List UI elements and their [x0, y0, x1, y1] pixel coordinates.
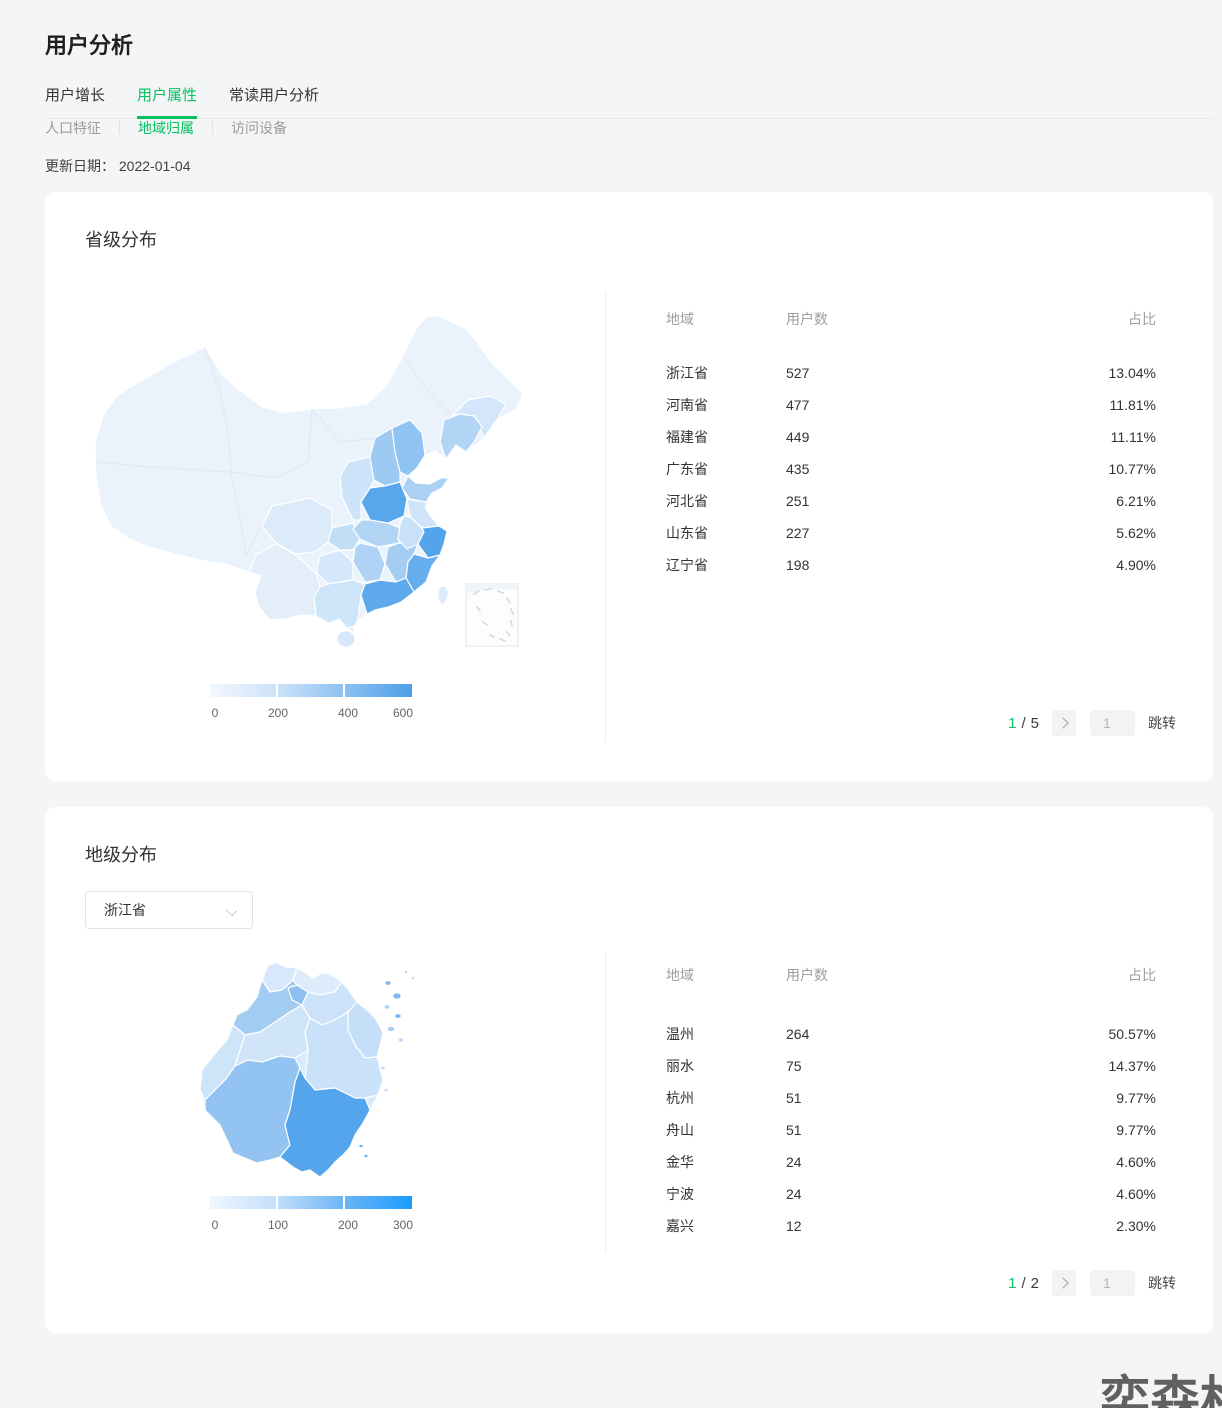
- column-header-users: 用户数: [786, 965, 1036, 985]
- jump-button[interactable]: 跳转: [1148, 713, 1176, 733]
- province-card-title: 省级分布: [85, 226, 157, 252]
- province-pagination: 1 / 5 跳转: [1008, 710, 1176, 736]
- table-row: 杭州 51 9.77%: [666, 1082, 1156, 1114]
- table-row: 河南省 477 11.81%: [666, 389, 1156, 421]
- city-table-header: 地域 用户数 占比: [606, 966, 1213, 984]
- jump-button[interactable]: 跳转: [1148, 1273, 1176, 1293]
- update-date-label: 更新日期：: [45, 158, 115, 174]
- zhejiang-city-regions: [200, 963, 383, 1177]
- legend-tick: 300: [393, 1218, 413, 1232]
- main-tabs: 用户增长 用户属性 常读用户分析: [45, 84, 1213, 119]
- tab-user-growth[interactable]: 用户增长: [45, 84, 105, 118]
- page-jump-input[interactable]: [1090, 710, 1135, 736]
- province-select-value: 浙江省: [104, 900, 146, 920]
- province-select[interactable]: 浙江省: [85, 891, 253, 929]
- legend-tick: 0: [212, 1218, 219, 1232]
- table-row: 河北省 251 6.21%: [666, 485, 1156, 517]
- subtab-divider: [212, 121, 213, 134]
- chevron-right-icon: [1057, 1277, 1068, 1288]
- table-row: 山东省 227 5.62%: [666, 517, 1156, 549]
- page-title: 用户分析: [45, 28, 133, 60]
- city-pagination: 1 / 2 跳转: [1008, 1270, 1176, 1296]
- update-date-value: 2022-01-04: [119, 158, 191, 174]
- column-header-ratio: 占比: [1036, 309, 1156, 329]
- subtab-region[interactable]: 地域归属: [138, 118, 194, 138]
- table-row: 福建省 449 11.11%: [666, 421, 1156, 453]
- china-choropleth-map[interactable]: [70, 292, 540, 654]
- province-table-header: 地域 用户数 占比: [606, 310, 1213, 328]
- watermark-logo: 奕森格: [1100, 1360, 1222, 1408]
- province-distribution-card: 省级分布: [45, 192, 1213, 781]
- table-row: 广东省 435 10.77%: [666, 453, 1156, 485]
- subtab-demographics[interactable]: 人口特征: [45, 118, 101, 138]
- current-page: 1: [1008, 715, 1016, 732]
- page-separator: /: [1021, 1275, 1025, 1292]
- update-date: 更新日期： 2022-01-04: [45, 156, 191, 176]
- hainan-island: [337, 631, 355, 647]
- legend-tick: 600: [393, 706, 413, 720]
- legend-tick: 100: [268, 1218, 288, 1232]
- chevron-right-icon: [1057, 717, 1068, 728]
- city-table-rows: 温州 264 50.57% 丽水 75 14.37% 杭州 51 9.77% 舟…: [606, 1018, 1213, 1242]
- next-page-button[interactable]: [1052, 1270, 1076, 1296]
- table-row: 丽水 75 14.37%: [666, 1050, 1156, 1082]
- legend-tick: 0: [212, 706, 219, 720]
- legend-gradient-bar: [210, 1196, 412, 1209]
- province-table-panel: 地域 用户数 占比 浙江省 527 13.04% 河南省 477 11.81% …: [605, 292, 1213, 742]
- next-page-button[interactable]: [1052, 710, 1076, 736]
- south-china-sea-inset: [466, 584, 518, 646]
- city-distribution-card: 地级分布 浙江省: [45, 807, 1213, 1333]
- user-analysis-page: 用户分析 用户增长 用户属性 常读用户分析 人口特征 地域归属 访问设备 更新日…: [0, 0, 1222, 1408]
- table-row: 嘉兴 12 2.30%: [666, 1210, 1156, 1242]
- table-row: 宁波 24 4.60%: [666, 1178, 1156, 1210]
- table-row: 温州 264 50.57%: [666, 1018, 1156, 1050]
- column-header-region: 地域: [666, 309, 786, 329]
- page-separator: /: [1021, 715, 1025, 732]
- legend-tick: 400: [338, 706, 358, 720]
- subtab-devices[interactable]: 访问设备: [231, 118, 287, 138]
- total-pages: 5: [1031, 715, 1039, 732]
- chevron-down-icon: [226, 905, 237, 916]
- tab-frequent-reader-analysis[interactable]: 常读用户分析: [229, 84, 319, 118]
- legend-tick: 200: [268, 706, 288, 720]
- column-header-ratio: 占比: [1036, 965, 1156, 985]
- city-card-title: 地级分布: [85, 841, 157, 867]
- page-jump-input[interactable]: [1090, 1270, 1135, 1296]
- zhejiang-choropleth-map[interactable]: [150, 950, 480, 1210]
- sub-tabs: 人口特征 地域归属 访问设备: [45, 119, 287, 136]
- column-header-region: 地域: [666, 965, 786, 985]
- tab-user-attributes[interactable]: 用户属性: [137, 84, 197, 118]
- taiwan-island: [438, 586, 448, 605]
- current-page: 1: [1008, 1275, 1016, 1292]
- column-header-users: 用户数: [786, 309, 1036, 329]
- table-row: 浙江省 527 13.04%: [666, 357, 1156, 389]
- table-row: 辽宁省 198 4.90%: [666, 549, 1156, 581]
- table-row: 金华 24 4.60%: [666, 1146, 1156, 1178]
- city-map-legend: 0 100 200 300: [210, 1196, 412, 1232]
- province-map-legend: 0 200 400 600: [210, 684, 412, 720]
- total-pages: 2: [1031, 1275, 1039, 1292]
- legend-tick: 200: [338, 1218, 358, 1232]
- city-table-panel: 地域 用户数 占比 温州 264 50.57% 丽水 75 14.37% 杭州: [605, 952, 1213, 1252]
- legend-gradient-bar: [210, 684, 412, 697]
- table-row: 舟山 51 9.77%: [666, 1114, 1156, 1146]
- province-table-rows: 浙江省 527 13.04% 河南省 477 11.81% 福建省 449 11…: [606, 357, 1213, 581]
- subtab-divider: [119, 121, 120, 134]
